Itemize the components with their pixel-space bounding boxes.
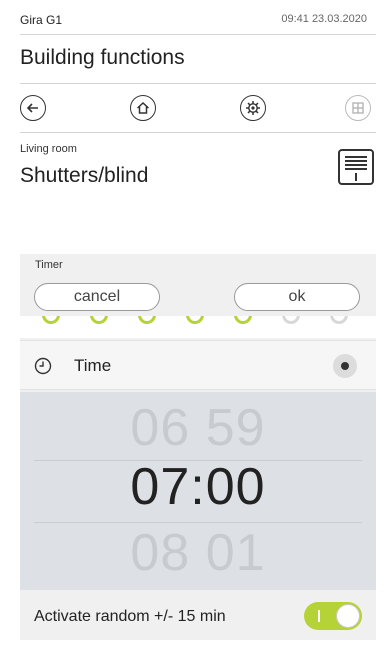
toggle-knob	[336, 604, 360, 628]
time-radio-button[interactable]	[333, 354, 357, 378]
clock-icon	[34, 357, 52, 375]
divider	[20, 132, 376, 133]
weekday-dot[interactable]	[330, 316, 348, 324]
divider	[20, 34, 376, 35]
time-picker[interactable]: 06 59 07:00 08 01	[20, 392, 376, 590]
weekday-dot[interactable]	[138, 316, 156, 324]
arrow-left-icon	[26, 103, 38, 113]
page-title: Building functions	[20, 46, 185, 69]
weekday-dot[interactable]	[234, 316, 252, 324]
picker-current-value[interactable]: 07:00	[20, 457, 376, 517]
random-toggle[interactable]	[304, 602, 362, 630]
random-option-label: Activate random +/- 15 min	[34, 608, 226, 625]
divider	[20, 83, 376, 84]
picker-next-value[interactable]: 08 01	[20, 523, 376, 583]
room-label: Living room	[20, 143, 77, 155]
weekday-selector	[20, 316, 376, 338]
radio-selected-dot	[341, 362, 349, 370]
home-icon	[136, 101, 150, 114]
weekday-dot[interactable]	[282, 316, 300, 324]
weekday-dot[interactable]	[186, 316, 204, 324]
gear-icon	[246, 101, 260, 115]
clock-date: 09:41 23.03.2020	[281, 13, 367, 25]
device-name: Gira G1	[20, 13, 63, 27]
weekday-dot[interactable]	[90, 316, 108, 324]
shutter-icon	[338, 149, 374, 185]
back-button[interactable]	[20, 95, 46, 121]
home-button[interactable]	[130, 95, 156, 121]
timer-label: Timer	[35, 259, 63, 271]
settings-button[interactable]	[240, 95, 266, 121]
time-option-label: Time	[74, 356, 112, 375]
cancel-button[interactable]: cancel	[34, 283, 160, 311]
function-title: Shutters/blind	[20, 164, 149, 187]
grid-button[interactable]	[345, 95, 371, 121]
ok-button[interactable]: ok	[234, 283, 360, 311]
picker-previous-value[interactable]: 06 59	[20, 398, 376, 458]
toggle-on-mark	[318, 610, 320, 622]
weekday-dot[interactable]	[42, 316, 60, 324]
grid-icon	[352, 102, 364, 114]
